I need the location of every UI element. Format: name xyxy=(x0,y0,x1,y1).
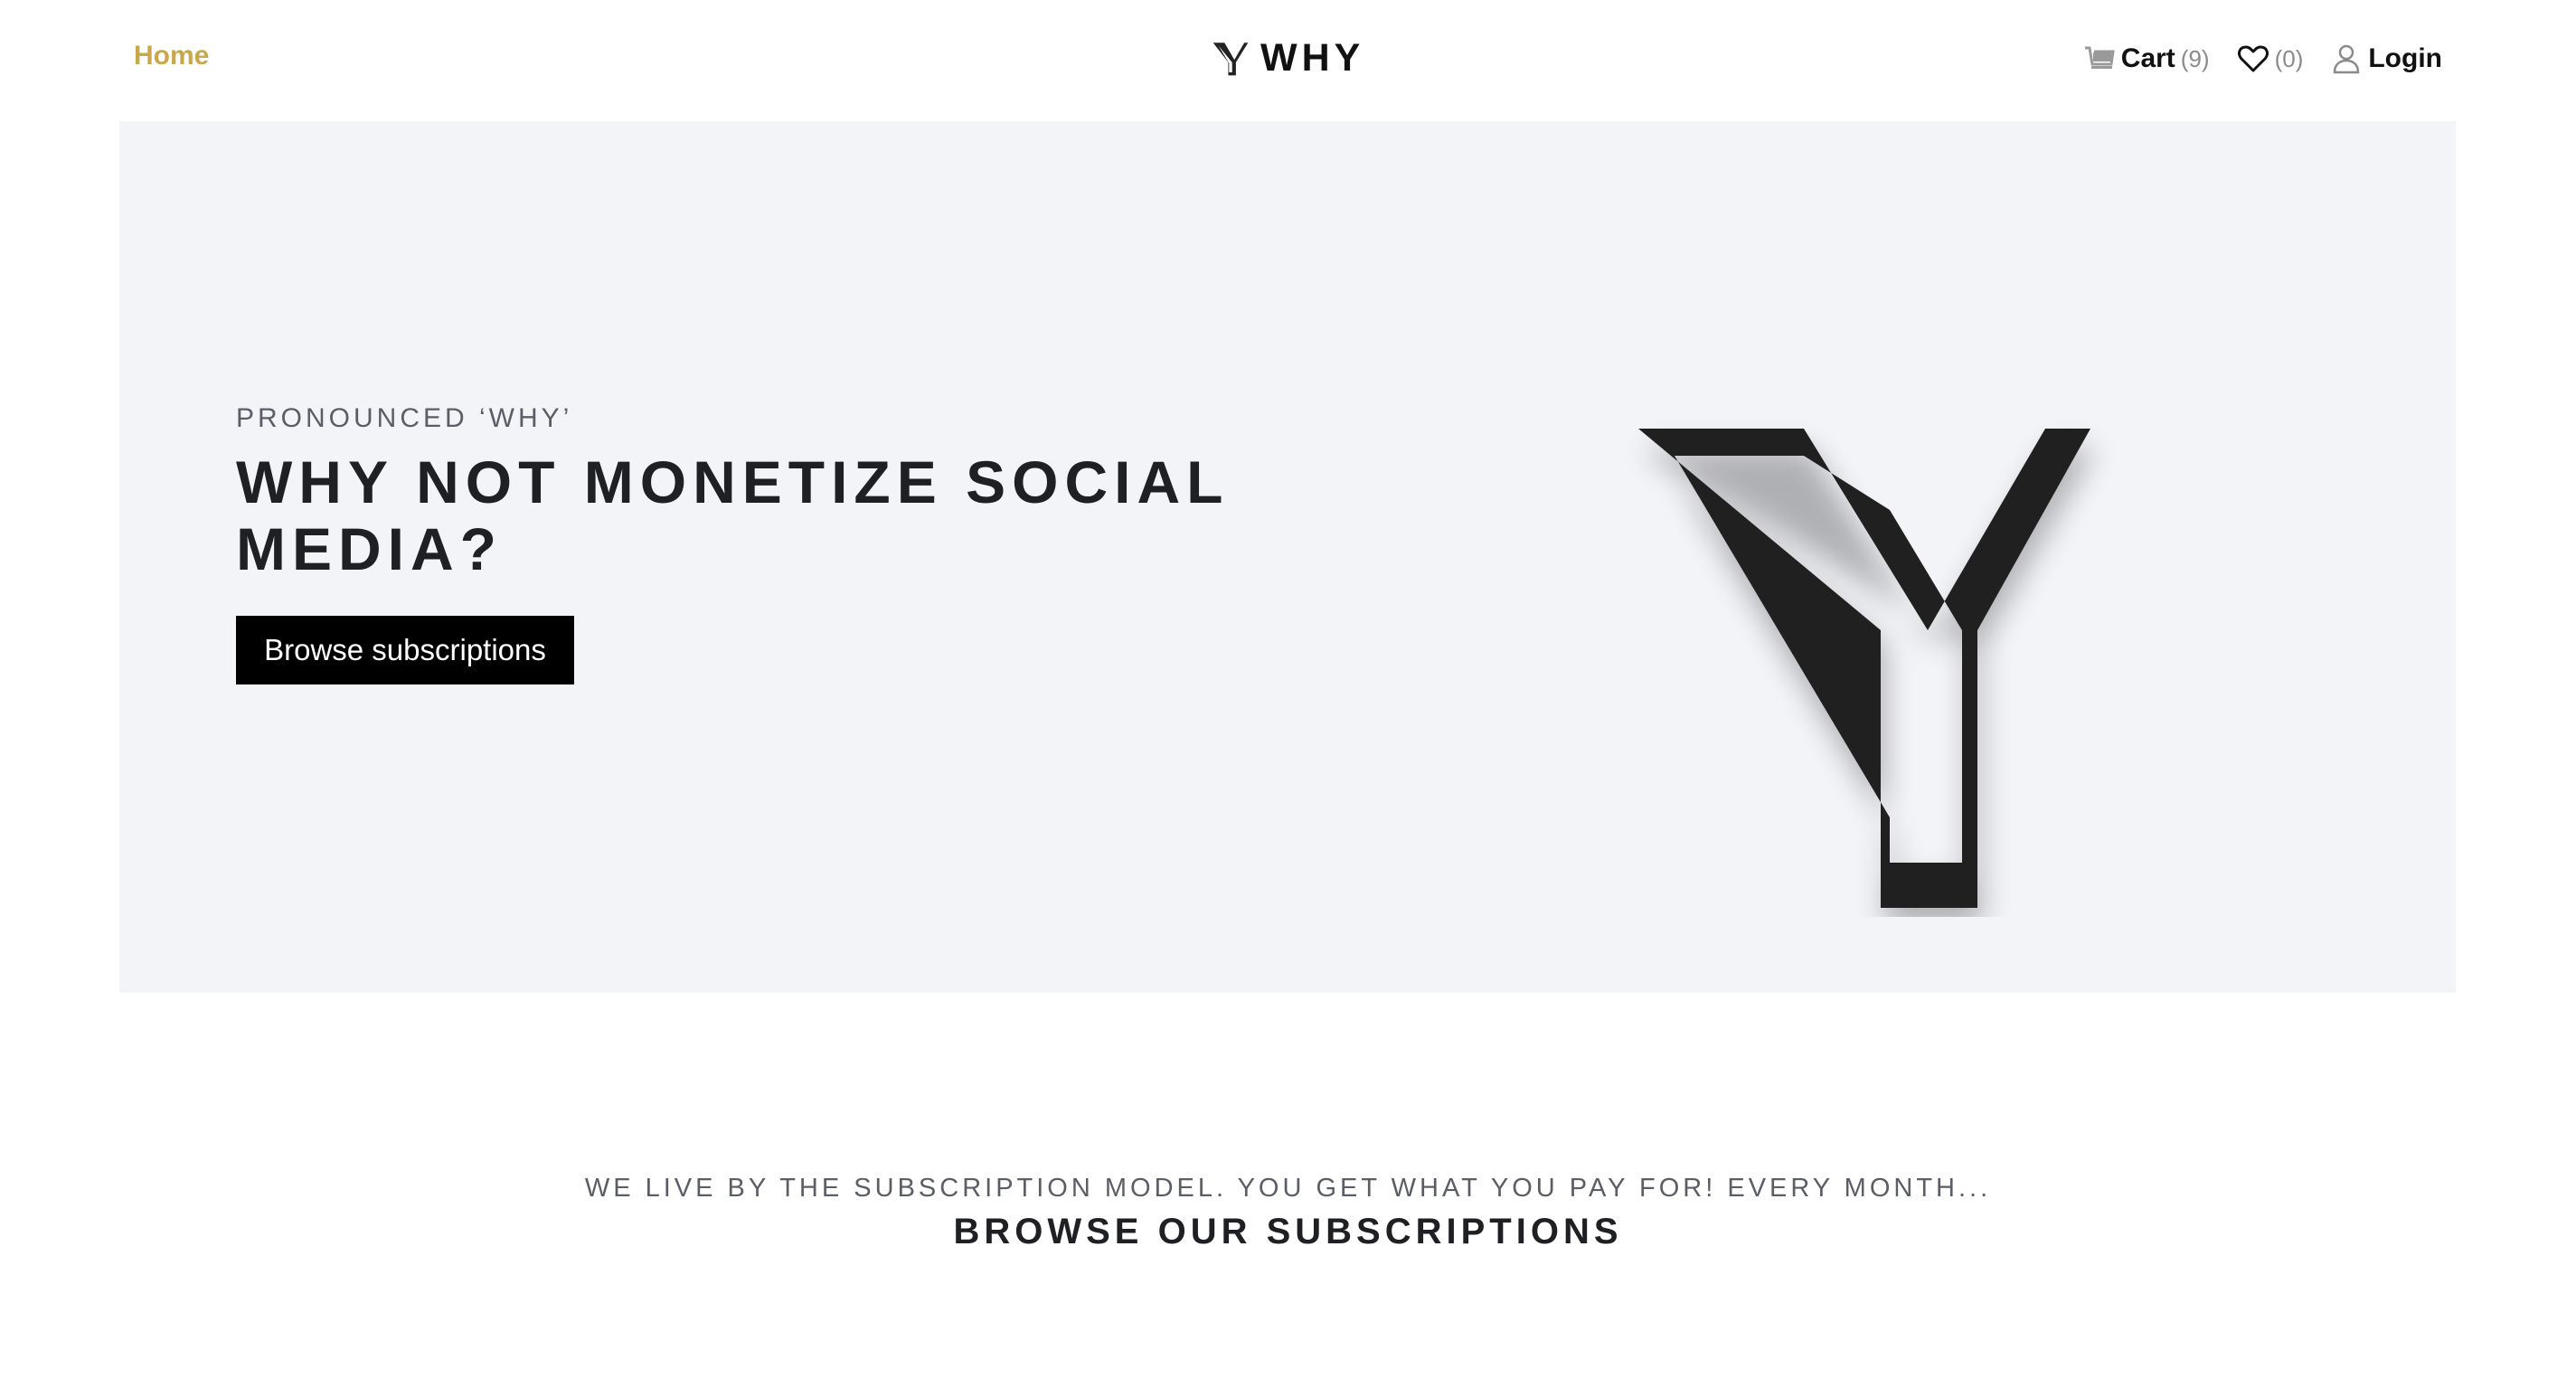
brand[interactable]: WHY xyxy=(1212,33,1364,83)
y-logo-icon xyxy=(1213,42,1249,76)
cart-label: Cart xyxy=(2120,43,2175,73)
hero-headline: WHY NOT MONETIZE SOCIAL MEDIA? xyxy=(236,449,1229,582)
cart-link[interactable]: Cart (9) xyxy=(2083,42,2210,75)
header-actions: Cart (9) (0) Login xyxy=(2083,36,2442,81)
subscriptions-subtitle: WE LIVE BY THE SUBSCRIPTION MODEL. YOU G… xyxy=(584,1174,1992,1203)
brand-name: WHY xyxy=(1260,35,1365,80)
wishlist-count: (0) xyxy=(2274,44,2304,72)
heart-icon xyxy=(2237,45,2269,72)
login-label: Login xyxy=(2368,43,2442,73)
hero-banner: PRONOUNCED ‘WHY’ WHY NOT MONETIZE SOCIAL… xyxy=(119,121,2456,993)
nav-home-link[interactable]: Home xyxy=(134,41,209,71)
wishlist-link[interactable]: (0) xyxy=(2237,42,2304,75)
hero-eyebrow: PRONOUNCED ‘WHY’ xyxy=(236,403,573,433)
login-link[interactable]: Login xyxy=(2330,42,2442,75)
site-header: Home WHY Cart (9) (0) Login xyxy=(0,0,2576,121)
subscriptions-title: BROWSE OUR SUBSCRIPTIONS xyxy=(953,1212,1623,1251)
browse-subscriptions-button[interactable]: Browse subscriptions xyxy=(236,616,574,685)
user-icon xyxy=(2334,44,2360,74)
cart-icon xyxy=(2084,46,2115,69)
hero-y-logo-icon xyxy=(1638,429,2095,917)
cart-count: (9) xyxy=(2180,44,2210,72)
